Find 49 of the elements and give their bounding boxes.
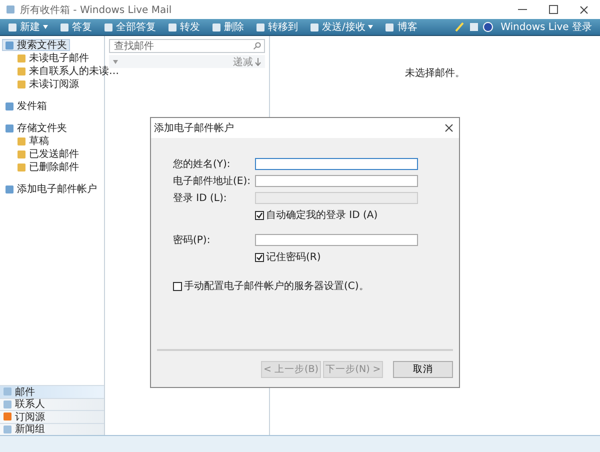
folder-item[interactable]: 草稿 [14, 135, 52, 147]
input-field[interactable] [255, 175, 418, 187]
input-field[interactable] [255, 234, 418, 246]
caret-icon[interactable] [113, 60, 118, 64]
checkbox[interactable] [173, 282, 182, 290]
toolbar-button[interactable]: 博客 [381, 19, 422, 35]
folder-item[interactable]: 发件箱 [2, 100, 50, 112]
folder-item[interactable]: 未读订阅源 [14, 78, 82, 90]
toolbar-button[interactable]: 转移到 [252, 19, 302, 35]
close-button[interactable] [445, 124, 453, 132]
field-label: 密码(P): [173, 234, 212, 247]
search-icon[interactable] [253, 42, 261, 50]
window-title: 所有收件箱 - Windows Live Mail [20, 4, 172, 16]
input-field[interactable] [255, 158, 418, 170]
nav-item[interactable]: 订阅源 [0, 410, 104, 422]
nav-item[interactable]: 邮件 [0, 385, 104, 398]
empty-message: 未选择邮件。 [405, 66, 465, 80]
dialog-title: 添加电子邮件帐户 [154, 122, 234, 135]
sign-in-button[interactable]: Windows Live 登录 [496, 19, 596, 35]
search-field[interactable]: 查找邮件 [109, 39, 265, 53]
caret-icon[interactable] [43, 25, 48, 29]
checkbox-label[interactable]: 手动配置电子邮件帐户的服务器设置(C)。 [184, 279, 369, 293]
dialog-button[interactable]: 取消 [393, 360, 453, 378]
folder-item[interactable]: 来自联系人的未读… [14, 65, 122, 77]
field-label: 电子邮件地址(E): [173, 174, 252, 188]
folder-item[interactable]: 已发送邮件 [14, 148, 82, 160]
folder-item[interactable]: 已删除邮件 [14, 161, 82, 173]
down-arrow-icon[interactable] [255, 58, 261, 66]
checkbox-label[interactable]: 自动确定我的登录 ID (A) [266, 208, 378, 222]
field-label: 您的姓名(Y): [173, 158, 232, 171]
folder-item[interactable]: 未读电子邮件 [14, 52, 92, 64]
close-button[interactable] [580, 6, 588, 14]
toolbar-button[interactable]: 转发 [164, 19, 204, 35]
folder-item[interactable]: 搜索文件夹 [2, 39, 70, 51]
field-label: 登录 ID (L): [173, 192, 228, 205]
nav-item[interactable]: 联系人 [0, 398, 104, 410]
toolbar-button[interactable]: 全部答复 [100, 19, 160, 35]
toolbar-button[interactable]: 新建 [4, 19, 52, 35]
toolbar-button[interactable]: 发送/接收 [306, 19, 378, 35]
folder-item[interactable]: 存储文件夹 [2, 122, 70, 134]
checkbox-label[interactable]: 记住密码(R) [266, 250, 321, 264]
toolbar-button[interactable]: 删除 [208, 19, 248, 35]
maximize-button[interactable] [549, 5, 558, 14]
caret-icon[interactable] [368, 25, 374, 29]
checkbox[interactable] [255, 210, 264, 220]
folder-item[interactable]: 添加电子邮件帐户 [2, 183, 100, 195]
nav-item[interactable]: 新闻组 [0, 422, 104, 435]
checkbox[interactable] [255, 252, 264, 262]
toolbar-button[interactable]: 答复 [56, 19, 96, 35]
